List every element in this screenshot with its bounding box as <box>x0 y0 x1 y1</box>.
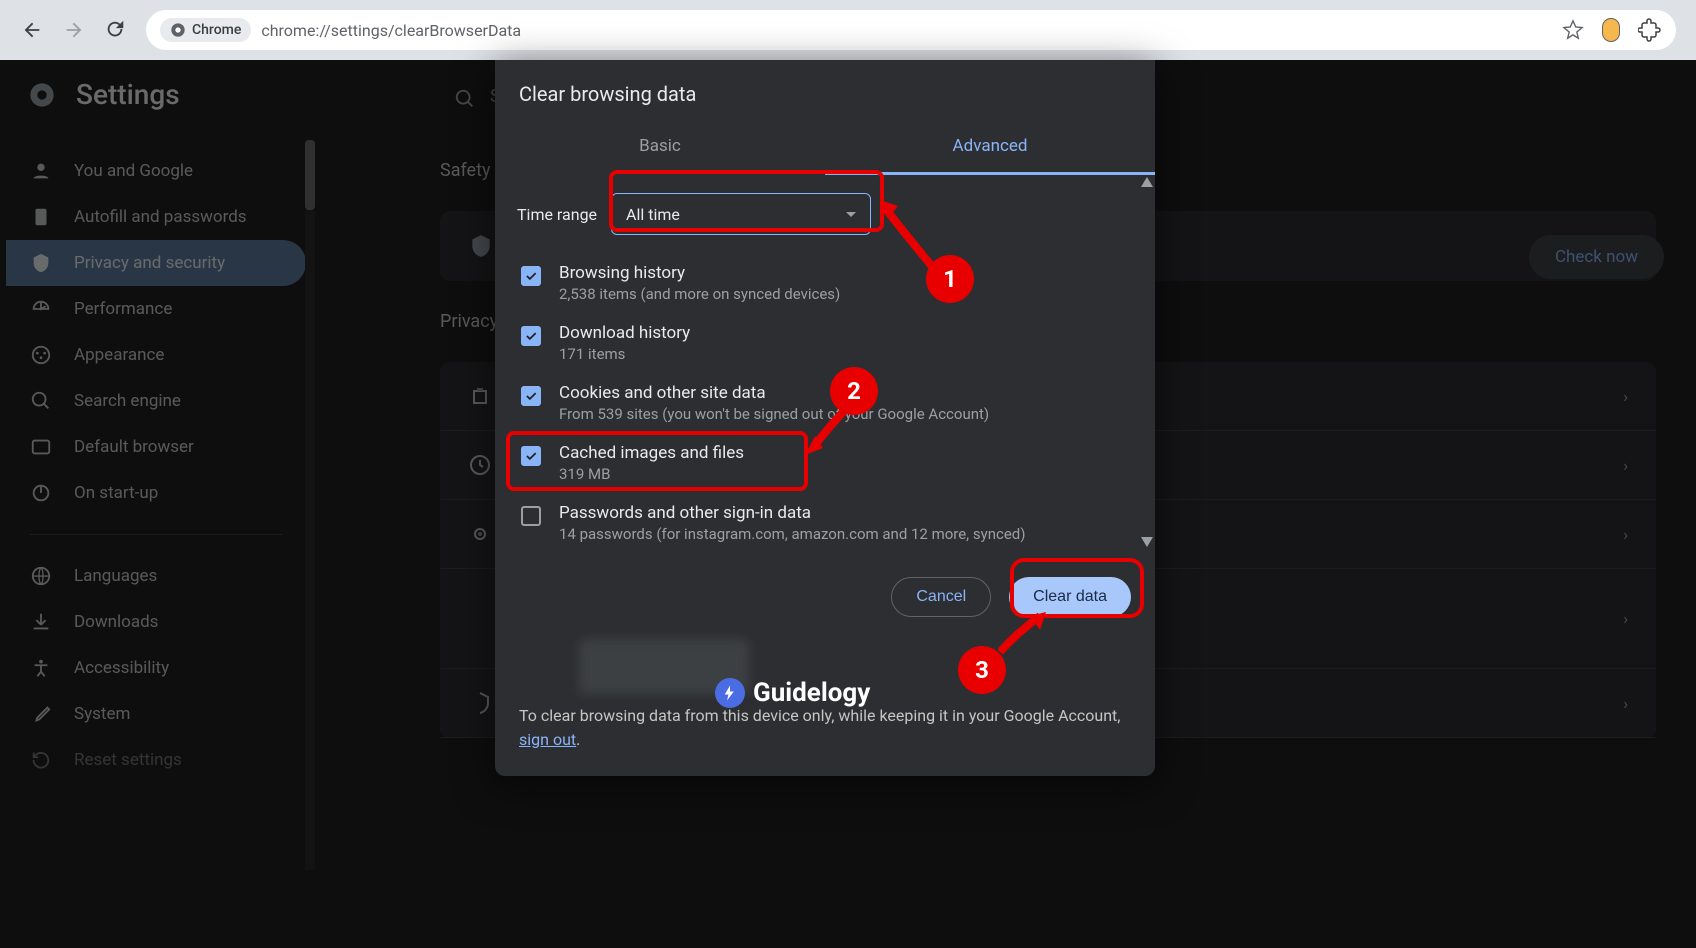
dialog-footer: Cancel Clear data <box>495 555 1155 639</box>
browser-toolbar: Chrome chrome://settings/clearBrowserDat… <box>0 0 1696 60</box>
note-text: . <box>576 730 580 749</box>
bookmark-icon[interactable] <box>1562 19 1584 41</box>
dialog-body: Time range All time Browsing history 2,53… <box>495 175 1155 555</box>
time-range-select[interactable]: All time <box>611 193 871 235</box>
profile-icon[interactable] <box>1602 18 1620 42</box>
checkbox-download-history[interactable] <box>521 326 541 346</box>
annotation-badge-2: 2 <box>830 367 878 415</box>
reload-button[interactable] <box>104 18 128 42</box>
option-subtitle: 2,538 items (and more on synced devices) <box>559 285 840 303</box>
option-subtitle: 319 MB <box>559 465 744 483</box>
option-title: Cookies and other site data <box>559 383 989 403</box>
chevron-down-icon <box>846 212 856 217</box>
dialog-title: Clear browsing data <box>495 60 1155 122</box>
annotation-badge-3: 3 <box>958 646 1006 694</box>
watermark-text: Guidelogy <box>753 678 870 708</box>
option-title: Download history <box>559 323 690 343</box>
checkbox-cookies[interactable] <box>521 386 541 406</box>
extensions-icon[interactable] <box>1638 18 1662 42</box>
option-subtitle: From 539 sites (you won't be signed out … <box>559 405 989 423</box>
option-title: Cached images and files <box>559 443 744 463</box>
note-text: To clear browsing data from this device … <box>519 706 1120 725</box>
sign-out-link[interactable]: sign out <box>519 730 576 749</box>
option-cached[interactable]: Cached images and files 319 MB <box>517 433 1133 493</box>
scrollbar-up-arrow[interactable] <box>1141 172 1153 191</box>
tab-advanced[interactable]: Advanced <box>825 122 1155 175</box>
dialog-tabs: Basic Advanced <box>495 122 1155 175</box>
option-cookies[interactable]: Cookies and other site data From 539 site… <box>517 373 1133 433</box>
cancel-button[interactable]: Cancel <box>891 577 991 617</box>
watermark-icon <box>715 678 745 708</box>
chrome-chip: Chrome <box>160 18 251 42</box>
time-range-label: Time range <box>517 205 597 224</box>
chrome-chip-label: Chrome <box>192 22 241 38</box>
back-button[interactable] <box>20 18 44 42</box>
dialog-note: To clear browsing data from this device … <box>495 704 1155 776</box>
checkbox-cached[interactable] <box>521 446 541 466</box>
option-title: Browsing history <box>559 263 840 283</box>
option-download-history[interactable]: Download history 171 items <box>517 313 1133 373</box>
option-subtitle: 14 passwords (for instagram.com, amazon.… <box>559 525 1025 543</box>
tab-basic[interactable]: Basic <box>495 122 825 175</box>
option-passwords[interactable]: Passwords and other sign-in data 14 passw… <box>517 493 1133 553</box>
checkbox-passwords[interactable] <box>521 506 541 526</box>
option-title: Passwords and other sign-in data <box>559 503 1025 523</box>
option-subtitle: 171 items <box>559 345 690 363</box>
clear-data-button[interactable]: Clear data <box>1009 577 1131 617</box>
clear-browsing-data-dialog: Clear browsing data Basic Advanced Time … <box>495 60 1155 776</box>
scrollbar-down-arrow[interactable] <box>1141 532 1153 551</box>
watermark: Guidelogy <box>715 678 870 708</box>
url-text: chrome://settings/clearBrowserData <box>261 21 521 40</box>
address-bar[interactable]: Chrome chrome://settings/clearBrowserDat… <box>146 10 1676 50</box>
time-range-value: All time <box>626 205 680 224</box>
checkbox-browsing-history[interactable] <box>521 266 541 286</box>
annotation-badge-1: 1 <box>926 255 974 303</box>
option-browsing-history[interactable]: Browsing history 2,538 items (and more on… <box>517 253 1133 313</box>
forward-button[interactable] <box>62 18 86 42</box>
